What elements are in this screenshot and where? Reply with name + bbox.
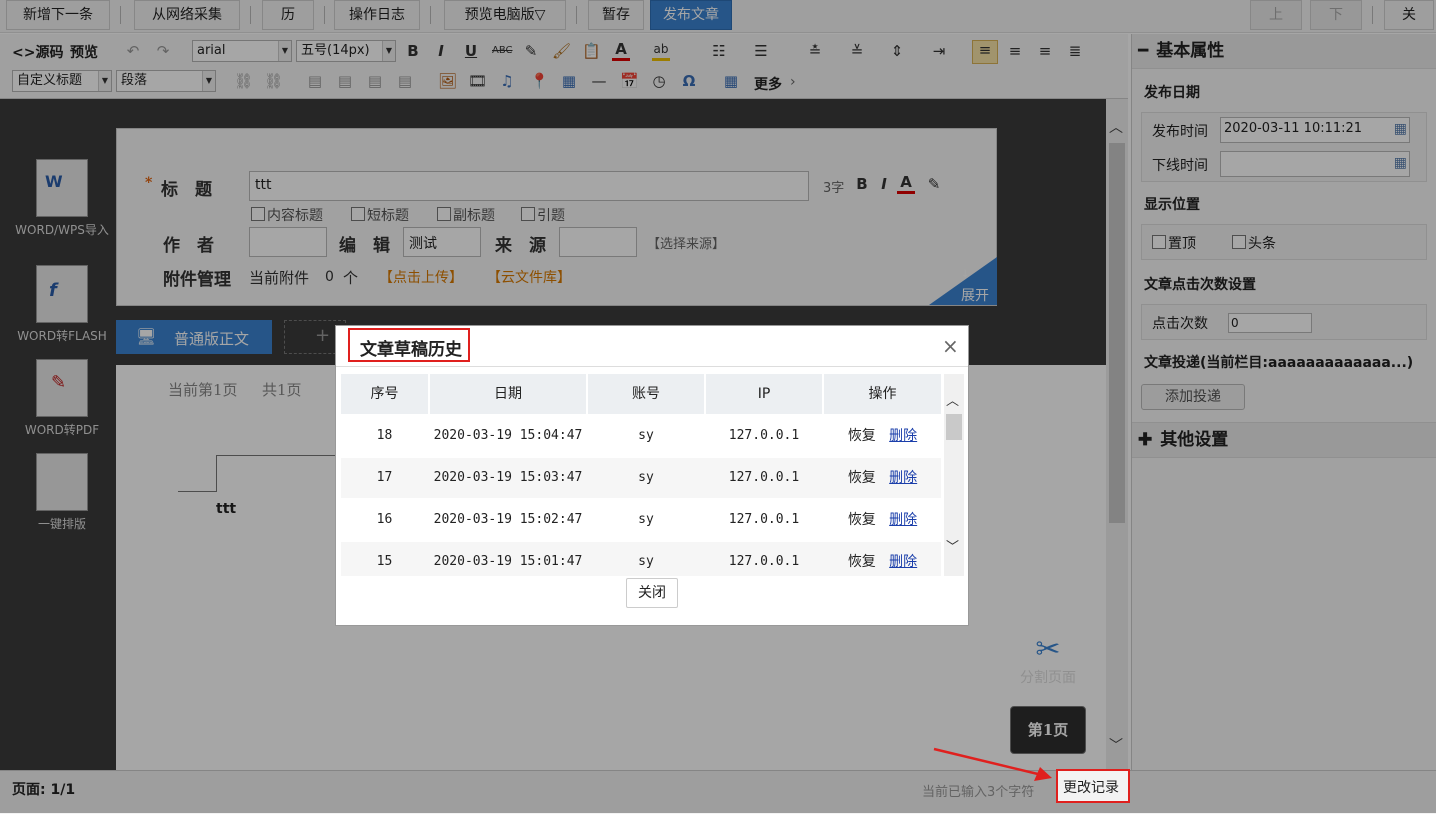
row-no: 18 [376,428,393,443]
row-date: 2020-03-19 15:03:47 [433,470,583,485]
row-account: sy [638,428,654,443]
draft-history-modal: 文章草稿历史 × 序号 日期 账号 IP 操作 18 2020-03-19 15… [335,325,969,626]
history-table-body: 18 2020-03-19 15:04:47 sy 127.0.0.1 恢复 删… [336,414,946,576]
row-no: 17 [376,470,393,485]
row-actions: 恢复 删除 [824,542,941,576]
delete-link[interactable]: 删除 [889,470,917,486]
modal-scrollbar[interactable]: ︿ ﹀ [944,374,964,576]
row-date: 2020-03-19 15:04:47 [433,428,583,443]
change-log-label[interactable]: 更改记录 [1063,777,1119,797]
modal-close-button[interactable]: 关闭 [626,578,678,608]
delete-link[interactable]: 删除 [889,554,917,570]
restore-button[interactable]: 恢复 [848,428,876,444]
row-date: 2020-03-19 15:02:47 [433,512,583,527]
col-header-account: 账号 [588,374,704,414]
restore-button[interactable]: 恢复 [848,554,876,570]
modal-divider [336,366,968,367]
scroll-down-icon[interactable]: ﹀ [946,536,959,555]
row-ip: 127.0.0.1 [728,554,800,569]
row-no: 16 [376,512,393,527]
col-header-ip: IP [706,374,822,414]
modal-close-icon[interactable]: × [942,334,959,358]
row-actions: 恢复 删除 [824,458,941,498]
row-ip: 127.0.0.1 [728,470,800,485]
row-ip: 127.0.0.1 [728,512,800,527]
restore-button[interactable]: 恢复 [848,512,876,528]
annotation-arrow [933,747,1052,781]
row-ip: 127.0.0.1 [728,428,800,443]
table-row: 16 2020-03-19 15:02:47 sy 127.0.0.1 恢复 删… [336,500,946,540]
row-actions: 恢复 删除 [824,416,941,456]
row-actions: 恢复 删除 [824,500,941,540]
delete-link[interactable]: 删除 [889,428,917,444]
scroll-up-icon[interactable]: ︿ [946,390,959,409]
restore-button[interactable]: 恢复 [848,470,876,486]
table-row: 17 2020-03-19 15:03:47 sy 127.0.0.1 恢复 删… [336,458,946,498]
row-no: 15 [376,554,393,569]
col-header-date: 日期 [430,374,586,414]
row-account: sy [638,554,654,569]
table-row: 18 2020-03-19 15:04:47 sy 127.0.0.1 恢复 删… [336,416,946,456]
table-row: 15 2020-03-19 15:01:47 sy 127.0.0.1 恢复 删… [336,542,946,576]
modal-title-highlight: 文章草稿历史 [348,328,470,362]
scrollbar-thumb[interactable] [946,414,962,440]
modal-title: 文章草稿历史 [360,340,462,360]
row-account: sy [638,512,654,527]
delete-link[interactable]: 删除 [889,512,917,528]
row-account: sy [638,470,654,485]
change-log-highlight[interactable]: 更改记录 [1056,769,1130,803]
col-header-action: 操作 [824,374,941,414]
row-date: 2020-03-19 15:01:47 [433,554,583,569]
col-header-no: 序号 [341,374,428,414]
